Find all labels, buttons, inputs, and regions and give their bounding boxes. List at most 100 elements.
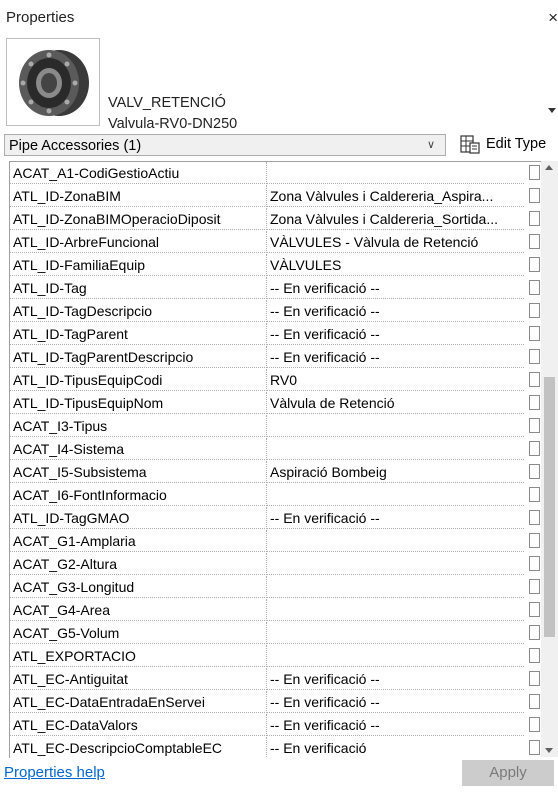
parameter-edit-box[interactable] xyxy=(529,648,540,663)
parameter-row[interactable]: ATL_EC-DescripcioComptableEC -- En verifi… xyxy=(10,737,542,758)
parameter-value[interactable] xyxy=(267,599,524,621)
parameter-edit-box[interactable] xyxy=(529,602,540,617)
parameter-edit-box[interactable] xyxy=(529,625,540,640)
parameter-edit-box[interactable] xyxy=(529,303,540,318)
parameter-edit-box[interactable] xyxy=(529,533,540,548)
parameter-row[interactable]: ACAT_G4-Area xyxy=(10,599,542,621)
parameter-name: ATL_ID-ZonaBIM xyxy=(10,185,267,207)
parameter-row[interactable]: ACAT_G5-Volum xyxy=(10,622,542,644)
parameter-edit-box[interactable] xyxy=(529,441,540,456)
scroll-up-icon[interactable] xyxy=(545,165,553,170)
parameter-edit-box[interactable] xyxy=(529,694,540,709)
scroll-down-icon[interactable] xyxy=(545,748,553,753)
type-subtype: Valvula-RV0-DN250 xyxy=(108,116,238,132)
parameter-edit-box[interactable] xyxy=(529,234,540,249)
parameter-edit-box[interactable] xyxy=(529,556,540,571)
parameter-value[interactable]: Zona Vàlvules i Caldereria_Sortida... xyxy=(267,208,524,230)
parameter-value[interactable]: RV0 xyxy=(267,369,524,391)
parameter-value[interactable]: Zona Vàlvules i Caldereria_Aspira... xyxy=(267,185,524,207)
parameter-row[interactable]: ACAT_I3-Tipus xyxy=(10,415,542,437)
window-title: Properties xyxy=(6,9,75,26)
parameter-value[interactable]: -- En verificació -- xyxy=(267,507,524,529)
parameter-edit-box[interactable] xyxy=(529,257,540,272)
parameter-row[interactable]: ATL_EXPORTACIO xyxy=(10,645,542,667)
parameter-value[interactable]: VÀLVULES - Vàlvula de Retenció xyxy=(267,231,524,253)
parameter-row[interactable]: ATL_ID-TipusEquipCodi RV0 xyxy=(10,369,542,391)
parameter-edit-box[interactable] xyxy=(529,395,540,410)
parameter-edit-box[interactable] xyxy=(529,372,540,387)
edit-type-icon xyxy=(460,135,480,154)
parameter-value[interactable] xyxy=(267,622,524,644)
parameter-edit-box[interactable] xyxy=(529,717,540,732)
parameter-row[interactable]: ATL_ID-ZonaBIMOperacioDiposit Zona Vàlvul… xyxy=(10,208,542,230)
parameter-edit-box[interactable] xyxy=(529,326,540,341)
parameter-row[interactable]: ACAT_G3-Longitud xyxy=(10,576,542,598)
parameter-value[interactable] xyxy=(267,438,524,460)
parameter-row[interactable]: ACAT_I5-Subsistema Aspiració Bombeig xyxy=(10,461,542,483)
parameter-edit-box[interactable] xyxy=(529,211,540,226)
parameter-value[interactable] xyxy=(267,553,524,575)
parameter-value[interactable]: Vàlvula de Retenció xyxy=(267,392,524,414)
parameter-name: ACAT_G2-Altura xyxy=(10,553,267,575)
parameter-value[interactable]: VÀLVULES xyxy=(267,254,524,276)
parameter-value[interactable]: Aspiració Bombeig xyxy=(267,461,524,483)
type-selector[interactable]: VALV_RETENCIÓ Valvula-RV0-DN250 xyxy=(0,36,558,132)
parameter-value[interactable]: -- En verificació -- xyxy=(267,668,524,690)
parameter-edit-box[interactable] xyxy=(529,165,540,180)
parameter-value[interactable] xyxy=(267,484,524,506)
parameter-row[interactable]: ATL_ID-TagDescripcio -- En verificació -- xyxy=(10,300,542,322)
parameter-value[interactable]: -- En verificació xyxy=(267,737,524,758)
parameter-row[interactable]: ATL_ID-TipusEquipNom Vàlvula de Retenció xyxy=(10,392,542,414)
parameter-row[interactable]: ACAT_G1-Amplaria xyxy=(10,530,542,552)
parameter-edit-box[interactable] xyxy=(529,188,540,203)
parameter-value[interactable]: -- En verificació -- xyxy=(267,300,524,322)
parameter-row[interactable]: ACAT_G2-Altura xyxy=(10,553,542,575)
parameter-edit-box[interactable] xyxy=(529,349,540,364)
parameter-value[interactable] xyxy=(267,576,524,598)
apply-button[interactable]: Apply xyxy=(462,760,554,786)
parameter-value[interactable]: -- En verificació -- xyxy=(267,714,524,736)
parameter-value[interactable] xyxy=(267,530,524,552)
properties-help-link[interactable]: Properties help xyxy=(4,764,105,781)
parameter-row[interactable]: ACAT_I6-FontInformacio xyxy=(10,484,542,506)
parameter-edit-box[interactable] xyxy=(529,487,540,502)
grid-scrollbar[interactable] xyxy=(541,161,558,757)
parameter-row[interactable]: ATL_ID-ZonaBIM Zona Vàlvules i Caldereria… xyxy=(10,185,542,207)
parameter-value[interactable] xyxy=(267,162,524,184)
parameter-row[interactable]: ATL_ID-TagParent -- En verificació -- xyxy=(10,323,542,345)
parameter-value[interactable]: -- En verificació -- xyxy=(267,346,524,368)
parameter-row[interactable]: ATL_ID-Tag -- En verificació -- xyxy=(10,277,542,299)
parameter-row[interactable]: ATL_EC-Antiguitat -- En verificació -- xyxy=(10,668,542,690)
parameter-name: ACAT_I5-Subsistema xyxy=(10,461,267,483)
edit-type-label: Edit Type xyxy=(486,136,547,152)
parameter-edit-box[interactable] xyxy=(529,510,540,525)
category-filter-dropdown[interactable]: Pipe Accessories (1) ∨ xyxy=(4,134,446,156)
parameter-edit-box[interactable] xyxy=(529,418,540,433)
title-bar: Properties × xyxy=(0,0,558,36)
parameter-row[interactable]: ATL_ID-TagGMAO -- En verificació -- xyxy=(10,507,542,529)
parameter-value[interactable] xyxy=(267,415,524,437)
scrollbar-thumb[interactable] xyxy=(544,377,555,637)
parameter-edit-box[interactable] xyxy=(529,280,540,295)
parameter-value[interactable] xyxy=(267,645,524,667)
parameter-edit-box[interactable] xyxy=(529,579,540,594)
parameter-row[interactable]: ATL_EC-DataEntradaEnServei -- En verifica… xyxy=(10,691,542,713)
close-icon[interactable]: × xyxy=(548,8,558,28)
parameter-name: ATL_ID-TagGMAO xyxy=(10,507,267,529)
parameter-row[interactable]: ACAT_I4-Sistema xyxy=(10,438,542,460)
parameter-value[interactable]: -- En verificació -- xyxy=(267,277,524,299)
parameter-row[interactable]: ATL_EC-DataValors -- En verificació -- xyxy=(10,714,542,736)
parameter-name: ATL_ID-FamiliaEquip xyxy=(10,254,267,276)
parameter-row[interactable]: ATL_ID-TagParentDescripcio -- En verifica… xyxy=(10,346,542,368)
filter-bar: Pipe Accessories (1) ∨ Edit Type xyxy=(0,134,558,156)
parameter-row[interactable]: ATL_ID-FamiliaEquip VÀLVULES xyxy=(10,254,542,276)
parameter-value[interactable]: -- En verificació -- xyxy=(267,323,524,345)
parameter-name: ATL_ID-TipusEquipCodi xyxy=(10,369,267,391)
parameter-edit-box[interactable] xyxy=(529,464,540,479)
parameter-edit-box[interactable] xyxy=(529,671,540,686)
type-dropdown-arrow-icon[interactable] xyxy=(548,108,556,113)
parameter-value[interactable]: -- En verificació -- xyxy=(267,691,524,713)
parameter-row[interactable]: ATL_ID-ArbreFuncional VÀLVULES - Vàlvula … xyxy=(10,231,542,253)
parameter-edit-box[interactable] xyxy=(529,740,540,755)
parameter-row[interactable]: ACAT_A1-CodiGestioActiu xyxy=(10,162,542,184)
